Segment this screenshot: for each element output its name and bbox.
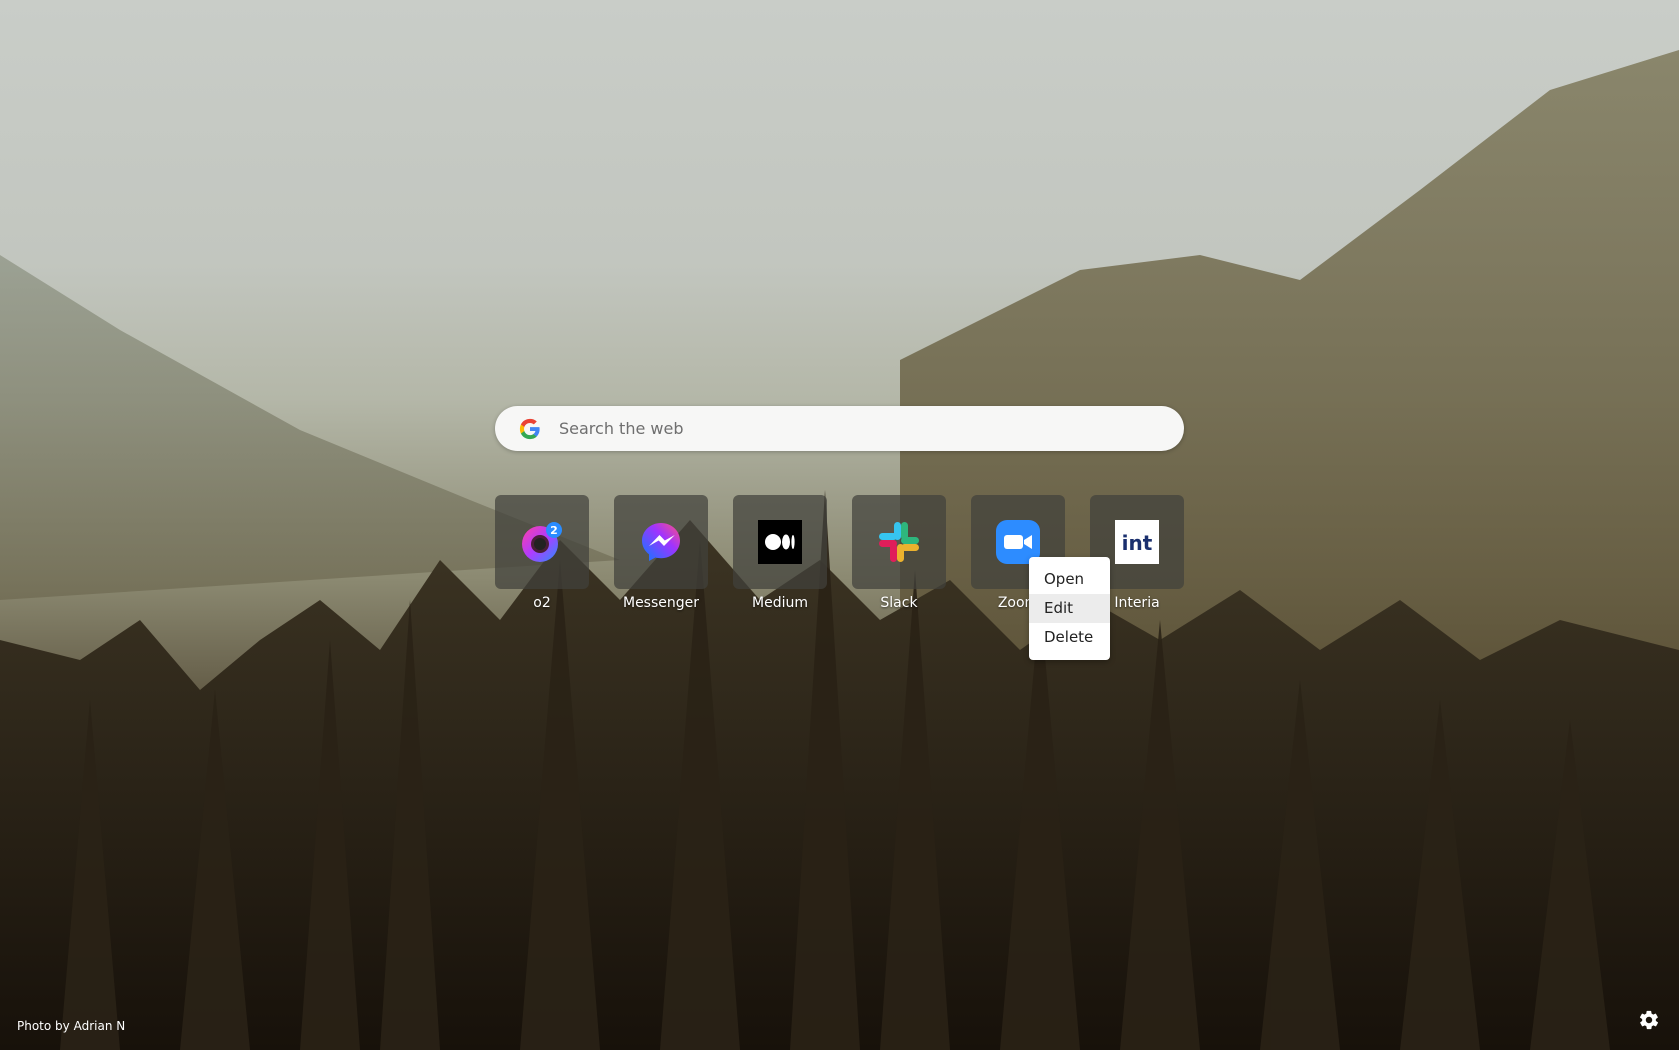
badge-count: 2 [550, 524, 558, 537]
shortcut-tile[interactable] [733, 495, 827, 589]
shortcut-tile[interactable] [614, 495, 708, 589]
slack-icon [879, 522, 919, 562]
menu-item-delete[interactable]: Delete [1029, 623, 1110, 652]
shortcut-label: Slack [880, 595, 918, 611]
shortcut-o2[interactable]: 2 o2 [495, 495, 589, 611]
shortcut-slack[interactable]: Slack [852, 495, 946, 611]
shortcut-label: o2 [533, 595, 551, 611]
shortcut-tile[interactable] [852, 495, 946, 589]
messenger-icon [642, 523, 680, 561]
shortcut-label: Messenger [622, 595, 700, 611]
shortcut-tile[interactable]: 2 [495, 495, 589, 589]
photo-credit[interactable]: Photo by Adrian N [17, 1019, 125, 1033]
o2-icon: 2 [522, 522, 562, 562]
menu-item-edit[interactable]: Edit [1029, 594, 1110, 623]
gear-icon[interactable] [1638, 1009, 1660, 1031]
context-menu: Open Edit Delete [1029, 557, 1110, 660]
shortcut-label: Medium [752, 595, 808, 611]
interia-icon: int [1115, 520, 1159, 564]
search-input[interactable] [557, 418, 1184, 439]
medium-icon [758, 520, 802, 564]
background-photo [0, 0, 1679, 1050]
google-icon [519, 418, 540, 439]
svg-text:int: int [1122, 531, 1153, 555]
search-bar[interactable] [495, 406, 1184, 451]
shortcut-messenger[interactable]: Messenger [614, 495, 708, 611]
shortcut-medium[interactable]: Medium [733, 495, 827, 611]
menu-item-open[interactable]: Open [1029, 565, 1110, 594]
